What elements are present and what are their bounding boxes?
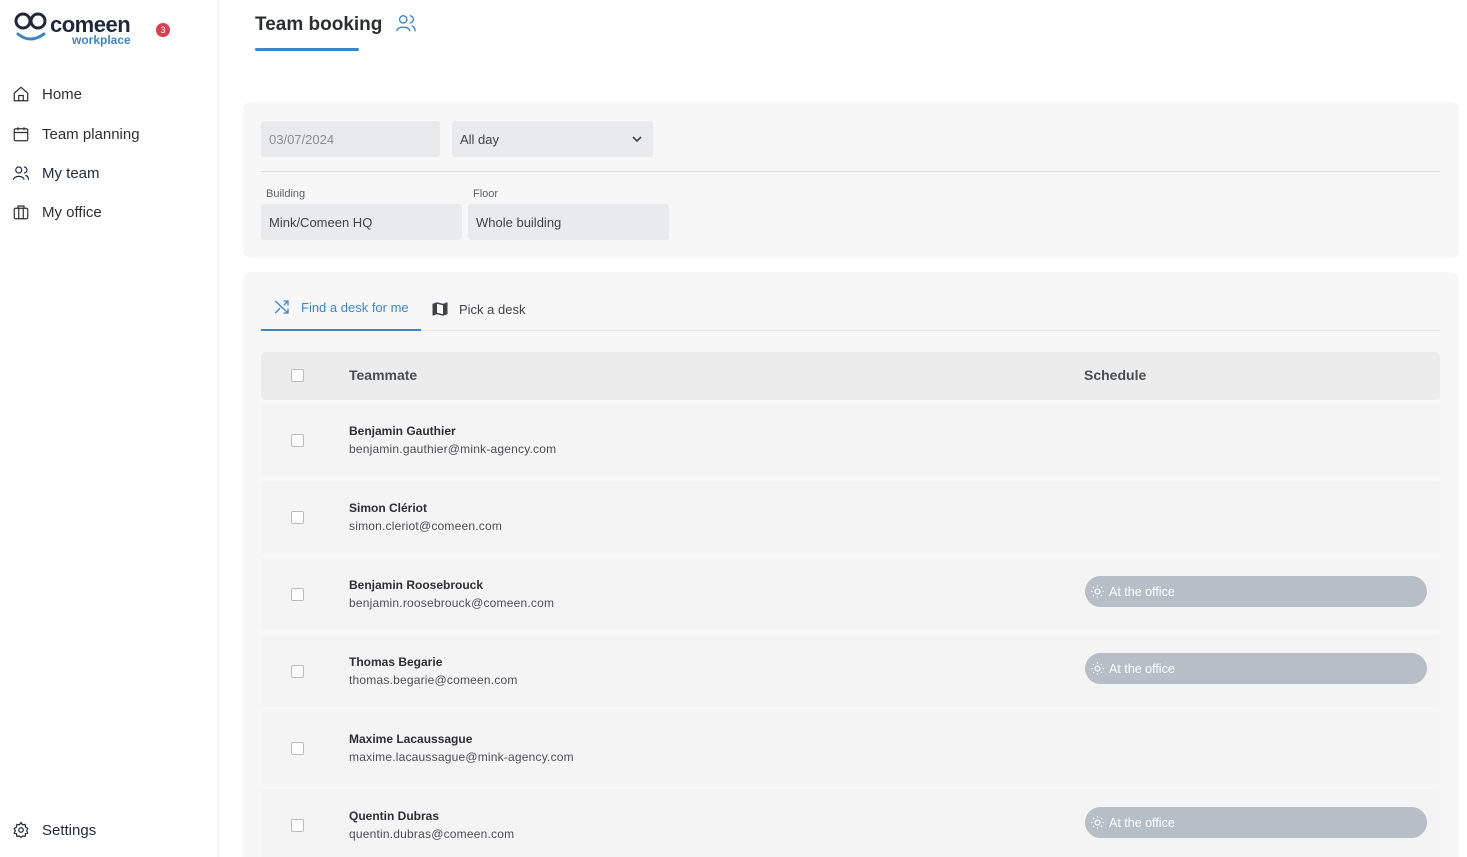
status-label: At the office	[1109, 584, 1175, 599]
table-row[interactable]: Benjamin Roosebrouck benjamin.roosebrouc…	[261, 558, 1440, 630]
period-select-value: All day	[460, 131, 500, 147]
status-badge: At the office	[1085, 576, 1427, 607]
teammate-name: Quentin Dubras	[349, 809, 440, 823]
tab-label: Find a desk for me	[301, 299, 409, 315]
teammate-name: Simon Clériot	[349, 501, 428, 515]
teammate-email: quentin.dubras@comeen.com	[349, 827, 515, 841]
sidebar-item-my-team[interactable]: My team	[12, 161, 100, 185]
row-checkbox[interactable]	[291, 819, 304, 832]
sidebar-item-my-office[interactable]: My office	[12, 200, 102, 224]
users-icon	[12, 166, 30, 180]
sidebar-item-label: Team planning	[42, 125, 140, 143]
tab-find-desk[interactable]: Find a desk for me	[273, 289, 409, 325]
tabs-rule	[261, 330, 1440, 331]
period-select[interactable]: All day	[452, 121, 653, 157]
column-schedule: Schedule	[1084, 367, 1147, 383]
tab-pick-desk[interactable]: Pick a desk	[431, 291, 525, 327]
teammate-name: Thomas Begarie	[349, 655, 443, 669]
gear-icon	[13, 821, 29, 839]
title-underline	[255, 48, 359, 51]
teammate-email: thomas.begarie@comeen.com	[349, 673, 518, 687]
sun-icon	[1091, 662, 1104, 675]
date-input[interactable]: 03/07/2024	[261, 121, 440, 157]
status-label: At the office	[1109, 815, 1175, 830]
shuffle-icon	[274, 300, 289, 314]
logo-mark-icon	[14, 12, 47, 41]
table-row[interactable]: Thomas Begarie thomas.begarie@comeen.com…	[261, 635, 1440, 707]
teammate-email: benjamin.gauthier@mink-agency.com	[349, 442, 557, 456]
settings-label: Settings	[42, 821, 97, 839]
sidebar-item-team-planning[interactable]: Team planning	[12, 122, 140, 146]
table-row[interactable]: Benjamin Gauthier benjamin.gauthier@mink…	[261, 404, 1440, 476]
row-checkbox[interactable]	[291, 434, 304, 447]
sun-icon	[1091, 816, 1104, 829]
table-row[interactable]: Quentin Dubras quentin.dubras@comeen.com…	[261, 789, 1440, 857]
active-tab-indicator	[261, 329, 421, 331]
notification-badge[interactable]: 3	[156, 23, 170, 37]
brand-subtitle: workplace	[72, 33, 131, 47]
booking-filters: 03/07/2024 All day Building Mink/Comeen …	[243, 102, 1459, 258]
table-row[interactable]: Maxime Lacaussague maxime.lacaussague@mi…	[261, 712, 1440, 784]
filters-divider	[261, 171, 1440, 172]
teammate-panel: Find a desk for me Pick a desk Teammate …	[243, 272, 1459, 857]
row-checkbox[interactable]	[291, 665, 304, 678]
select-all-checkbox[interactable]	[291, 369, 304, 382]
table-row[interactable]: Simon Clériot simon.cleriot@comeen.com	[261, 481, 1440, 553]
sidebar-item-label: My team	[42, 164, 100, 182]
teammate-email: benjamin.roosebrouck@comeen.com	[349, 596, 555, 610]
users-icon	[396, 14, 416, 32]
floor-label: Floor	[473, 188, 499, 200]
map-icon	[432, 302, 448, 316]
sidebar-item-label: My office	[42, 203, 102, 221]
status-badge: At the office	[1085, 653, 1427, 684]
row-checkbox[interactable]	[291, 511, 304, 524]
sun-icon	[1091, 585, 1104, 598]
column-teammate: Teammate	[349, 367, 418, 383]
status-badge: At the office	[1085, 807, 1427, 838]
table-header: Teammate Schedule	[261, 352, 1440, 400]
tab-label: Pick a desk	[459, 301, 526, 317]
settings-button[interactable]: Settings	[12, 821, 96, 839]
building-select[interactable]: Mink/Comeen HQ	[261, 204, 462, 240]
sidebar: comeen workplace 3 Home Team planning My…	[0, 0, 219, 857]
teammate-name: Benjamin Gauthier	[349, 424, 456, 438]
sidebar-item-label: Home	[42, 85, 83, 103]
teammate-email: simon.cleriot@comeen.com	[349, 519, 503, 533]
row-checkbox[interactable]	[291, 588, 304, 601]
calendar-icon	[13, 127, 29, 142]
building-label: Building	[266, 188, 306, 200]
row-checkbox[interactable]	[291, 742, 304, 755]
teammate-email: maxime.lacaussague@mink-agency.com	[349, 750, 574, 764]
status-label: At the office	[1109, 661, 1175, 676]
home-icon	[13, 86, 29, 102]
briefcase-icon	[13, 205, 29, 220]
comeen-logo[interactable]: comeen workplace	[14, 10, 164, 50]
chevron-down-icon	[632, 136, 642, 143]
sidebar-item-home[interactable]: Home	[12, 82, 82, 106]
teammate-name: Benjamin Roosebrouck	[349, 578, 484, 592]
teammate-name: Maxime Lacaussague	[349, 732, 473, 746]
page-title: Team booking	[255, 14, 383, 35]
floor-select[interactable]: Whole building	[468, 204, 669, 240]
